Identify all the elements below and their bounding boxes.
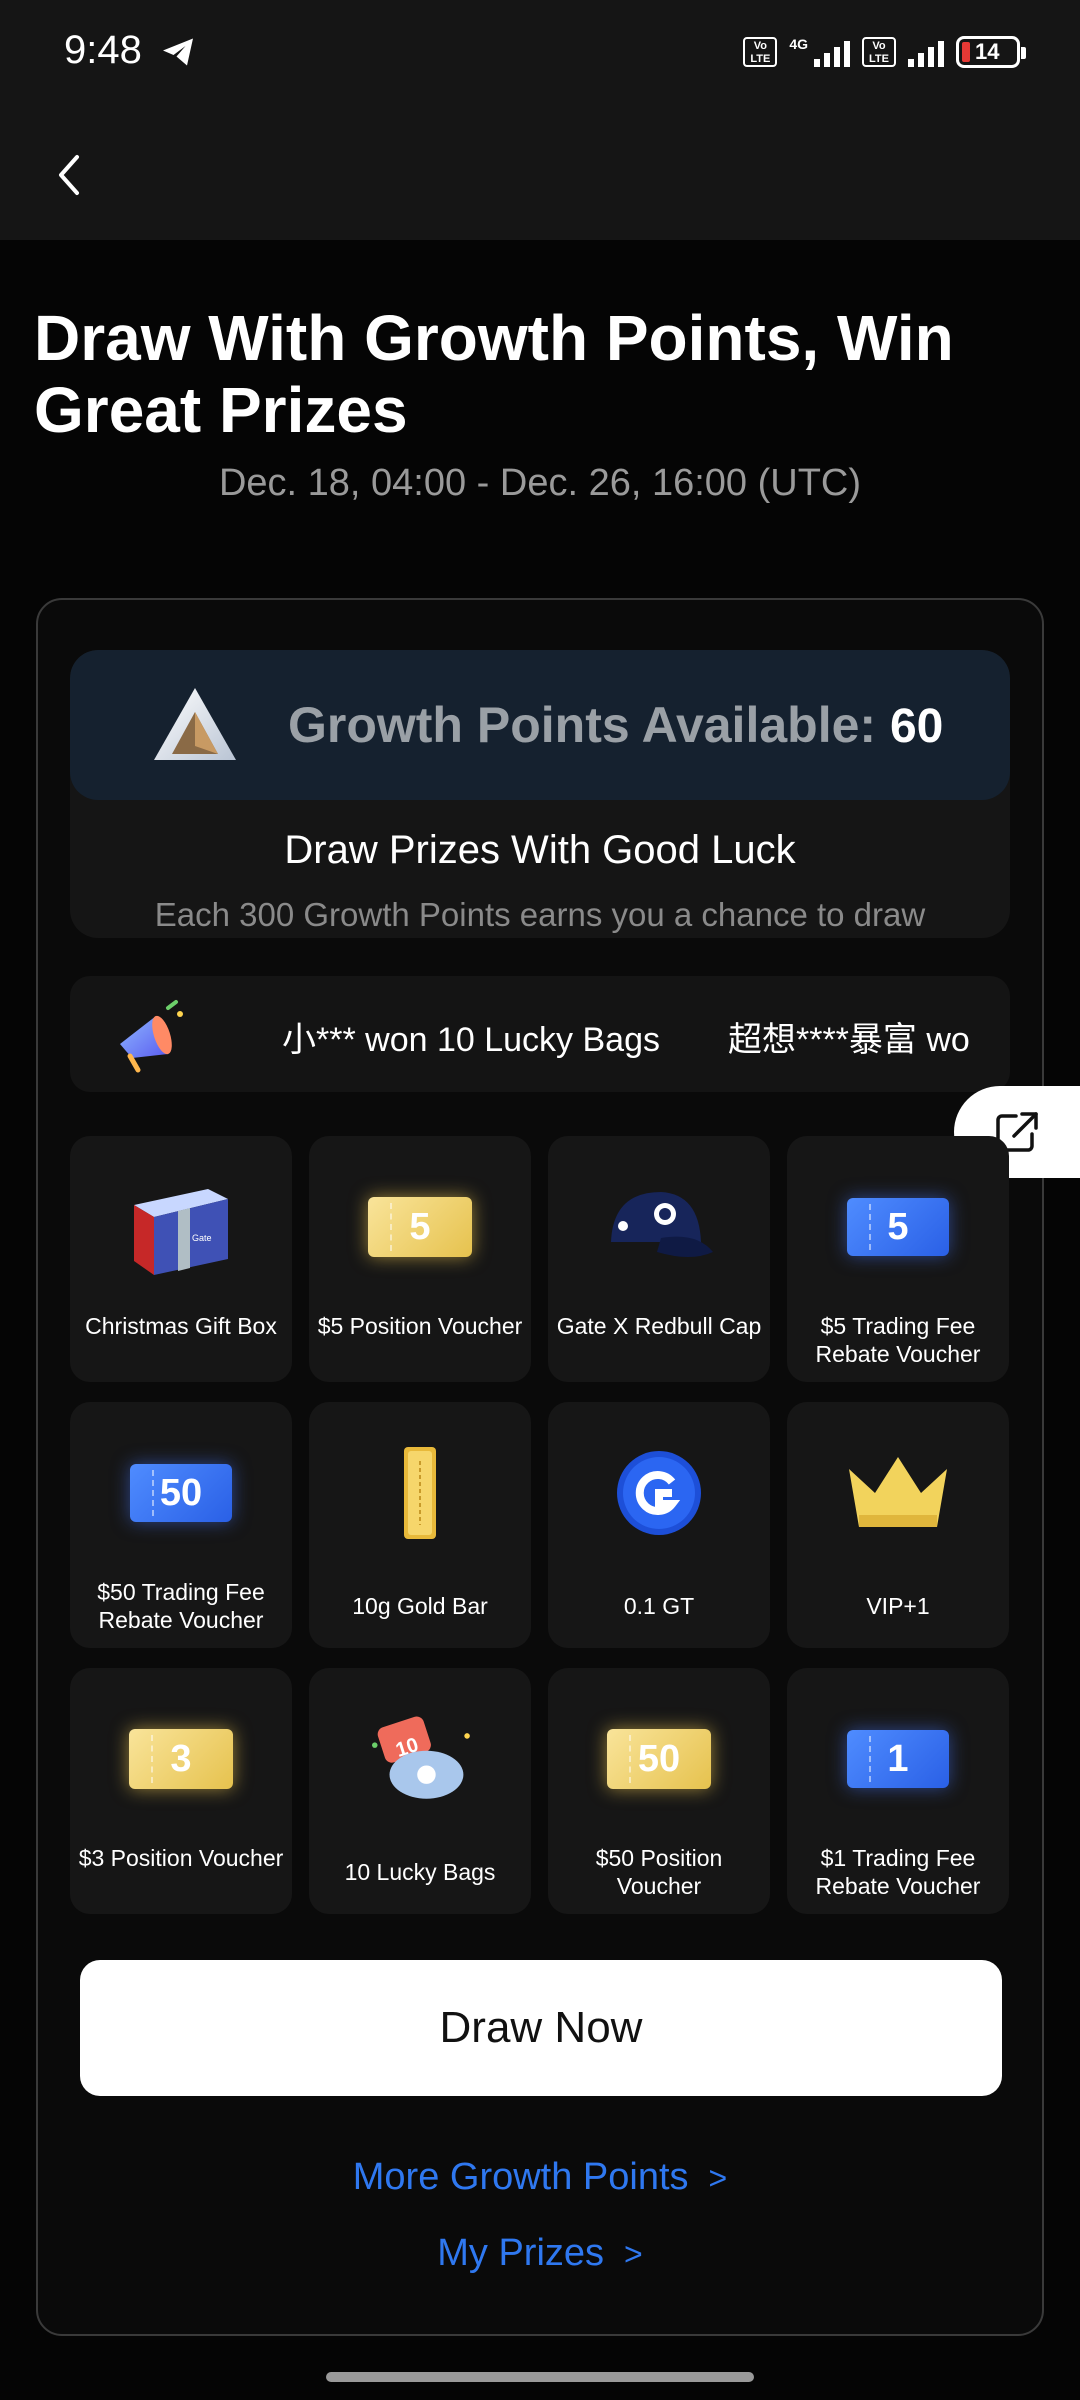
prize-name: Christmas Gift Box <box>85 1313 277 1339</box>
prize-name: VIP+1 <box>866 1593 930 1619</box>
prize-name: $3 Position Voucher <box>78 1845 284 1871</box>
ticker-messages: 小*** won 10 Lucky Bags 超想****暴富 wo <box>282 1012 1010 1061</box>
prize-name: $5 Trading Fee Rebate Voucher <box>815 1313 981 1367</box>
more-growth-points-label: More Growth Points <box>352 2156 689 2198</box>
gold-voucher-icon: 50 <box>607 1729 711 1789</box>
prize-item: 5 $5 Trading Fee Rebate Voucher <box>787 1136 1009 1382</box>
prize-item: 10g Gold Bar <box>309 1402 531 1648</box>
signal-icon <box>814 37 850 67</box>
status-indicators: Vo LTE 4G Vo LTE 14 <box>743 30 1026 74</box>
chevron-right-icon: > <box>708 2160 728 2196</box>
battery-percentage: 14 <box>975 39 1000 64</box>
battery-level <box>962 42 970 62</box>
status-bar: 9:48 Vo LTE 4G Vo LTE 14 <box>0 0 1080 110</box>
growth-points-panel: Growth Points Available: 60 Draw Prizes … <box>70 650 1010 938</box>
volte-icon: Vo LTE <box>743 37 778 67</box>
home-indicator[interactable] <box>326 2372 754 2382</box>
growth-points-label: Growth Points Available: 60 <box>288 696 943 754</box>
more-growth-points-link[interactable]: More Growth Points > <box>0 2156 1080 2199</box>
event-date-range: Dec. 18, 04:00 - Dec. 26, 16:00 (UTC) <box>218 462 862 504</box>
ticker-message: 超想****暴富 wo <box>727 1021 970 1059</box>
prize-name: $50 Trading Fee Rebate Voucher <box>97 1579 265 1633</box>
prize-grid: Gate Christmas Gift Box 5 $5 Position Vo… <box>70 1136 1010 1914</box>
volte-icon-2: Vo LTE <box>862 37 896 67</box>
battery-icon: 14 <box>956 36 1026 68</box>
svg-text:Gate: Gate <box>192 1233 212 1243</box>
draw-now-button[interactable]: Draw Now <box>80 1960 1002 2096</box>
telegram-icon <box>163 38 193 66</box>
back-button[interactable] <box>34 140 104 210</box>
status-time: 9:48 <box>64 28 142 72</box>
prize-item: 0.1 GT <box>548 1402 770 1648</box>
chevron-right-icon: > <box>624 2236 643 2272</box>
prize-item: Gate Christmas Gift Box <box>70 1136 292 1382</box>
lucky-bags-icon: 10 <box>372 1716 470 1799</box>
ticker-message: 小*** won 10 Lucky Bags <box>282 1021 660 1059</box>
prize-item: VIP+1 <box>787 1402 1009 1648</box>
prize-name: Gate X Redbull Cap <box>556 1313 762 1339</box>
blue-voucher-icon: 1 <box>847 1730 949 1788</box>
growth-points-icon <box>154 688 236 760</box>
signal-icon-2 <box>908 37 944 67</box>
draw-heading: Draw Prizes With Good Luck <box>284 828 796 872</box>
prize-item: 10 10 Lucky Bags <box>309 1668 531 1914</box>
gold-voucher-icon: 5 <box>368 1197 472 1257</box>
gt-coin-icon <box>617 1451 701 1535</box>
megaphone-icon <box>120 1000 183 1073</box>
prize-name: 10 Lucky Bags <box>344 1859 496 1885</box>
prize-name: 0.1 GT <box>623 1593 695 1619</box>
my-prizes-label: My Prizes <box>437 2232 605 2274</box>
nav-bar <box>0 110 1080 240</box>
cap-icon <box>611 1192 713 1257</box>
prize-name: $50 Position Voucher <box>595 1845 723 1899</box>
gold-bar-icon <box>404 1447 436 1539</box>
gold-voucher-icon: 3 <box>129 1729 233 1789</box>
blue-voucher-icon: 50 <box>130 1464 232 1522</box>
gift-box-icon: Gate <box>134 1189 228 1275</box>
network-type: 4G <box>789 36 808 52</box>
draw-subtext: Each 300 Growth Points earns you a chanc… <box>154 896 926 933</box>
growth-points-label-text: Growth Points Available: <box>288 697 877 753</box>
prize-item: 3 $3 Position Voucher <box>70 1668 292 1914</box>
growth-points-header: Growth Points Available: 60 <box>70 650 1010 800</box>
growth-points-value: 60 <box>889 700 944 753</box>
prize-item: 5 $5 Position Voucher <box>309 1136 531 1382</box>
prize-item: 50 $50 Position Voucher <box>548 1668 770 1914</box>
my-prizes-link[interactable]: My Prizes > <box>0 2232 1080 2275</box>
prize-item: 1 $1 Trading Fee Rebate Voucher <box>787 1668 1009 1914</box>
prize-name: $5 Position Voucher <box>317 1313 523 1339</box>
prize-name: $1 Trading Fee Rebate Voucher <box>815 1845 981 1899</box>
crown-icon <box>849 1457 947 1527</box>
winners-ticker: 小*** won 10 Lucky Bags 超想****暴富 wo <box>70 976 1010 1092</box>
prize-item: 50 $50 Trading Fee Rebate Voucher <box>70 1402 292 1648</box>
chevron-left-icon <box>59 155 79 195</box>
prize-item: Gate X Redbull Cap <box>548 1136 770 1382</box>
page-title: Draw With Growth Points, Win Great Prize… <box>34 302 954 446</box>
blue-voucher-icon: 5 <box>847 1198 949 1256</box>
prize-name: 10g Gold Bar <box>352 1593 488 1619</box>
